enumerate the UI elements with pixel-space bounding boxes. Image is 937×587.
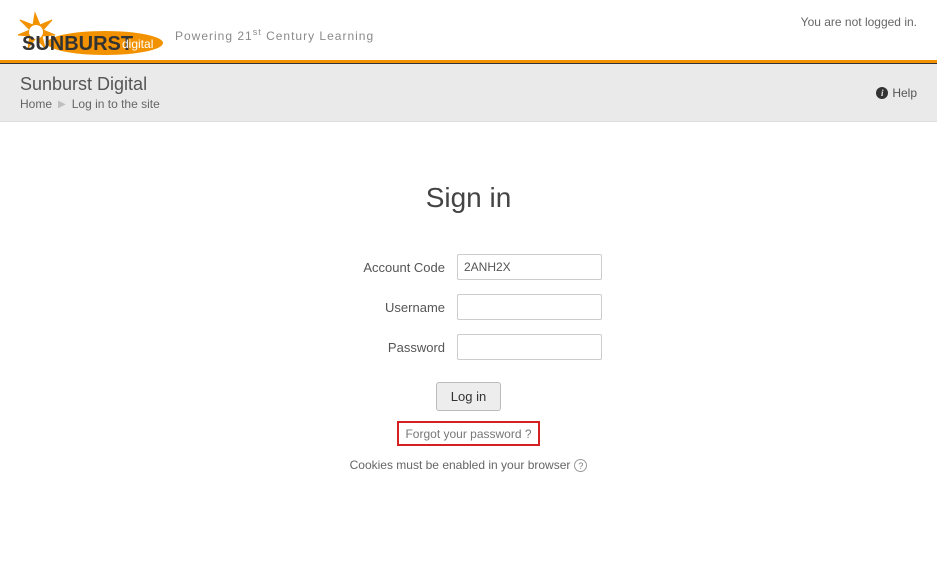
logo-area: SUNBURST digital Powering 21st Century L… [10,10,374,60]
forgot-password-link[interactable]: Forgot your password ? [405,427,531,441]
main-content: Sign in Account Code Username Password L… [0,122,937,532]
tagline: Powering 21st Century Learning [175,27,374,43]
signin-heading: Sign in [20,182,917,214]
info-icon: i [876,87,888,99]
username-input[interactable] [457,294,602,320]
svg-text:SUNBURST: SUNBURST [22,33,133,55]
site-name: Sunburst Digital [20,74,160,95]
svg-text:digital: digital [122,37,153,51]
help-link[interactable]: i Help [876,86,917,100]
password-label: Password [335,340,445,355]
account-code-label: Account Code [335,260,445,275]
forgot-password-highlight: Forgot your password ? [397,421,539,446]
help-icon[interactable]: ? [574,459,587,472]
breadcrumb: Home ▶ Log in to the site [20,97,160,111]
breadcrumb-home-link[interactable]: Home [20,97,52,111]
header-bar: SUNBURST digital Powering 21st Century L… [0,0,937,60]
password-input[interactable] [457,334,602,360]
breadcrumb-bar: Sunburst Digital Home ▶ Log in to the si… [0,64,937,122]
login-button[interactable]: Log in [436,382,501,411]
breadcrumb-current: Log in to the site [72,97,160,111]
breadcrumb-separator-icon: ▶ [58,99,66,110]
cookies-note: Cookies must be enabled in your browser … [20,458,917,472]
login-status-text: You are not logged in. [801,15,917,29]
sunburst-logo: SUNBURST digital [10,10,165,60]
account-code-input[interactable] [457,254,602,280]
username-label: Username [335,300,445,315]
